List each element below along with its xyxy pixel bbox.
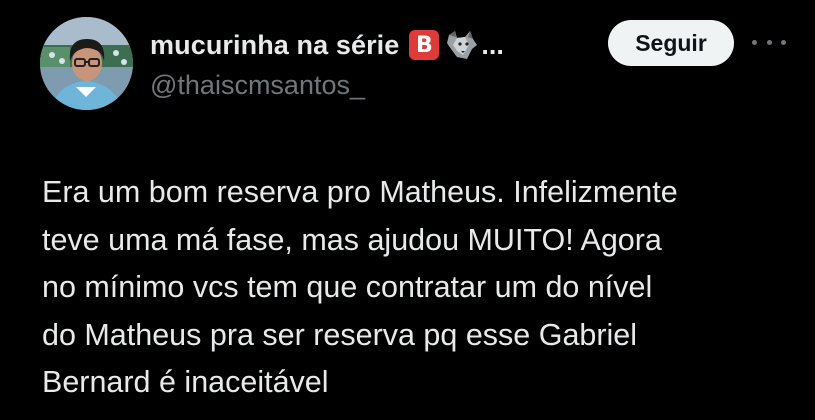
name-truncation: ...: [481, 29, 504, 60]
more-dot: [752, 39, 757, 45]
author-handle[interactable]: @thaiscmsantos_: [150, 70, 365, 101]
tweet-line: teve uma má fase, mas ajudou MUITO! Agor…: [42, 222, 662, 257]
author-display-name[interactable]: mucurinha na série: [150, 30, 399, 61]
follow-button[interactable]: Seguir: [608, 20, 734, 66]
avatar-image: [40, 17, 133, 110]
avatar[interactable]: [40, 17, 133, 110]
b-button-emoji-icon: B: [409, 30, 440, 60]
more-dot: [781, 39, 786, 45]
more-dot: [766, 39, 772, 45]
tweet-line: do Matheus pra ser reserva pq esse Gabri…: [42, 317, 638, 352]
tweet-text: Era um bom reserva pro Matheus. Infelizm…: [42, 169, 812, 407]
tweet-line: Era um bom reserva pro Matheus. Infelizm…: [42, 175, 678, 209]
author-name-row[interactable]: mucurinha na série B ...: [150, 26, 504, 64]
wolf-icon: [447, 31, 478, 59]
tweet-line: no mínimo vcs tem que contratar um do ní…: [42, 270, 653, 304]
more-horizontal-icon[interactable]: [752, 34, 786, 50]
tweet-line: Bernard é inaceitável: [42, 365, 329, 399]
